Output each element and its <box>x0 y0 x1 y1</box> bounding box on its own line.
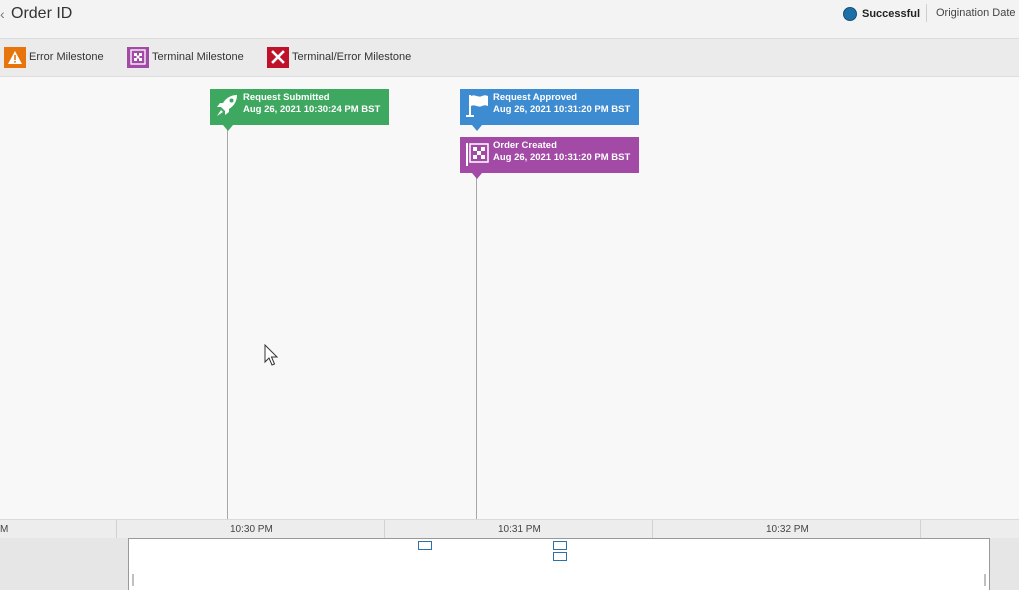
overview-event-marker <box>418 541 432 550</box>
status-indicator: Successful <box>843 6 920 22</box>
legend-item-error-milestone: Error Milestone <box>4 46 104 68</box>
legend-bar: Error Milestone Terminal Milestone Termi… <box>0 39 1019 77</box>
header-divider <box>926 4 927 22</box>
event-line <box>227 125 228 519</box>
flag-icon <box>466 95 488 117</box>
tick-label: 10:30 PM <box>230 524 273 535</box>
legend-label: Terminal/Error Milestone <box>292 51 412 63</box>
warning-icon <box>4 46 26 68</box>
chevron-left-icon[interactable]: ‹ <box>0 6 5 22</box>
range-handle-right[interactable] <box>984 574 986 586</box>
overview-event-marker <box>553 552 567 561</box>
x-icon <box>267 46 289 68</box>
tick-label: M <box>0 524 9 535</box>
page-title: Order ID <box>11 5 73 22</box>
event-pointer <box>472 125 482 131</box>
event-order-created[interactable]: Order Created Aug 26, 2021 10:31:20 PM B… <box>460 137 639 179</box>
legend-label: Terminal Milestone <box>152 51 244 63</box>
event-title: Order Created <box>493 140 557 151</box>
status-label: Successful <box>862 8 921 20</box>
overview-event-marker <box>553 541 567 550</box>
event-pointer <box>472 173 482 179</box>
overview-navigator[interactable] <box>0 538 1019 590</box>
rocket-icon <box>217 95 237 116</box>
legend-item-terminal-error-milestone: Terminal/Error Milestone <box>267 46 411 68</box>
checkered-flag-icon <box>466 143 489 166</box>
range-handle-left[interactable] <box>132 574 134 586</box>
legend-label: Error Milestone <box>29 51 104 63</box>
tick-separator <box>920 520 921 539</box>
event-title: Request Submitted <box>243 92 330 103</box>
tick-separator <box>384 520 385 539</box>
timeline-canvas[interactable]: Request Submitted Aug 26, 2021 10:30:24 … <box>0 78 1019 519</box>
event-timestamp: Aug 26, 2021 10:31:20 PM BST <box>493 151 631 163</box>
tick-separator <box>652 520 653 539</box>
tick-separator <box>116 520 117 539</box>
event-pointer <box>223 125 233 131</box>
tick-label: 10:31 PM <box>498 524 541 535</box>
origination-date-label: Origination Date <box>936 7 1016 19</box>
checkered-flag-icon <box>127 46 149 68</box>
legend-item-terminal-milestone: Terminal Milestone <box>127 46 244 68</box>
event-request-approved[interactable]: Request Approved Aug 26, 2021 10:31:20 P… <box>460 89 639 131</box>
page-header: ‹ Order ID Successful Origination Date <box>0 0 1019 39</box>
tick-label: 10:32 PM <box>766 524 809 535</box>
mouse-cursor-icon <box>264 344 279 366</box>
event-line <box>476 173 477 519</box>
event-title: Request Approved <box>493 92 578 103</box>
status-dot-icon <box>843 7 857 21</box>
time-axis: M 10:30 PM 10:31 PM 10:32 PM <box>0 519 1019 539</box>
event-timestamp: Aug 26, 2021 10:30:24 PM BST <box>243 103 381 115</box>
event-request-submitted[interactable]: Request Submitted Aug 26, 2021 10:30:24 … <box>210 89 389 131</box>
event-timestamp: Aug 26, 2021 10:31:20 PM BST <box>493 103 631 115</box>
